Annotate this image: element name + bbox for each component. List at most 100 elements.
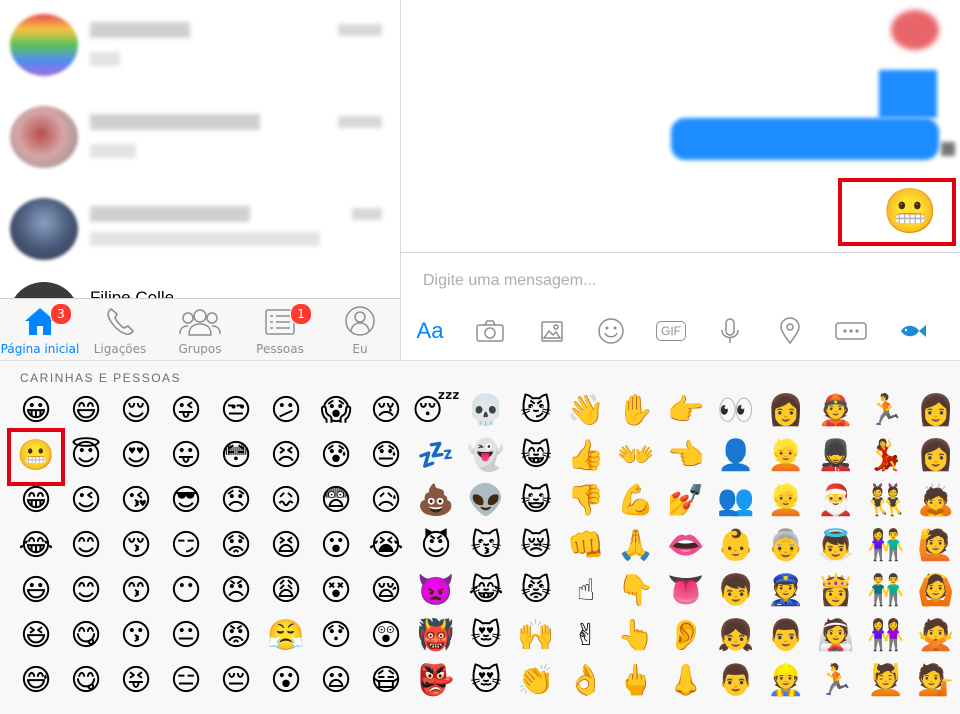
emoji-key[interactable]: 👉	[667, 393, 704, 429]
emoji-key[interactable]: 😒	[218, 393, 254, 429]
emoji-key[interactable]: 😫	[268, 528, 304, 564]
emoji-key[interactable]: 👀	[717, 393, 754, 429]
emoji-key[interactable]: 😾	[518, 573, 554, 609]
emoji-key[interactable]: 💂	[817, 438, 854, 474]
emoji-key[interactable]: 💤	[417, 438, 454, 474]
emoji-key[interactable]: 😐	[168, 618, 204, 654]
emoji-key[interactable]: 😮	[268, 663, 304, 699]
emoji-key[interactable]: 👦	[717, 573, 754, 609]
emoji-key[interactable]: 😃	[18, 573, 54, 609]
emoji-key[interactable]: 👷	[767, 663, 804, 699]
emoji-key[interactable]: 😝	[118, 663, 154, 699]
emoji-key[interactable]: 🙋	[917, 528, 954, 564]
emoji-key[interactable]: 👩	[767, 393, 804, 429]
emoji-key[interactable]: 😹	[468, 573, 504, 609]
emoji-key[interactable]: 😶	[168, 573, 204, 609]
emoji-key[interactable]: 😉	[68, 483, 104, 519]
emoji-key[interactable]: 😮	[318, 528, 354, 564]
emoji-key[interactable]: 👵	[767, 528, 804, 564]
conversation-item[interactable]	[0, 184, 400, 276]
emoji-key[interactable]: 💃	[867, 438, 904, 474]
emoji-key[interactable]: 🙆	[917, 573, 954, 609]
emoji-key[interactable]: 👌	[567, 663, 604, 699]
emoji-key[interactable]: 😀	[18, 393, 54, 429]
emoji-key[interactable]: 😺	[518, 483, 554, 519]
emoji-key[interactable]: 😜	[168, 393, 204, 429]
tab-home[interactable]: 3 Página inicial	[0, 299, 80, 361]
conversation-item[interactable]	[0, 92, 400, 184]
emoji-key[interactable]: 👿	[417, 573, 454, 609]
emoji-key[interactable]: 👍	[567, 438, 604, 474]
emoji-key[interactable]: 👄	[667, 528, 704, 564]
emoji-key[interactable]: 😎	[168, 483, 204, 519]
emoji-key[interactable]: 🙏	[617, 528, 654, 564]
emoji-key[interactable]: 😩	[268, 573, 304, 609]
emoji-key[interactable]: 😅	[18, 663, 54, 699]
emoji-key[interactable]: 👩	[917, 438, 954, 474]
emoji-key[interactable]: 😰	[318, 438, 354, 474]
emoji-key[interactable]: 😴	[412, 393, 460, 429]
emoji-key[interactable]: 👆	[617, 618, 654, 654]
more-button[interactable]	[833, 315, 869, 347]
fish-button[interactable]	[895, 315, 929, 347]
emoji-key[interactable]: 💅	[667, 483, 704, 519]
emoji-key[interactable]: 👰	[817, 618, 854, 654]
emoji-key[interactable]: 👎	[567, 483, 604, 519]
emoji-key[interactable]: 😣	[268, 438, 304, 474]
message-input[interactable]	[421, 269, 945, 293]
emoji-key[interactable]: 👲	[817, 393, 854, 429]
emoji-key[interactable]: 💁	[917, 663, 954, 699]
emoji-button[interactable]	[594, 315, 628, 347]
gallery-button[interactable]	[535, 315, 569, 347]
emoji-key[interactable]: 👨	[717, 663, 754, 699]
emoji-key[interactable]: 😤	[267, 618, 304, 654]
emoji-key[interactable]: 😦	[318, 663, 354, 699]
tab-groups[interactable]: Grupos	[160, 299, 240, 361]
emoji-key[interactable]: 👈	[667, 438, 704, 474]
text-format-button[interactable]: Aa	[413, 315, 447, 347]
emoji-key[interactable]: 👇	[617, 573, 654, 609]
tab-people[interactable]: 1 Pessoas	[240, 299, 320, 361]
emoji-key[interactable]: 🙌	[517, 618, 554, 654]
emoji-key[interactable]: 😇	[68, 438, 104, 474]
emoji-key[interactable]: 😪	[368, 573, 404, 609]
gif-button[interactable]: GIF	[653, 315, 689, 347]
emoji-key[interactable]: 😔	[218, 663, 254, 699]
emoji-key[interactable]: 😛	[168, 438, 204, 474]
emoji-key[interactable]: 😖	[268, 483, 304, 519]
emoji-key[interactable]: 😊	[68, 573, 104, 609]
emoji-key[interactable]: 👃	[667, 663, 704, 699]
emoji-key[interactable]: 👱	[767, 438, 804, 474]
emoji-key[interactable]: 👬	[867, 573, 904, 609]
emoji-key[interactable]: 🏃	[867, 393, 904, 429]
emoji-key[interactable]: 👸	[817, 573, 854, 609]
tab-calls[interactable]: Ligações	[80, 299, 160, 361]
emoji-key[interactable]: 😗	[118, 618, 154, 654]
emoji-key[interactable]: 🏃	[817, 663, 854, 699]
conversation-item[interactable]: Filipe Colle	[0, 276, 400, 298]
emoji-key[interactable]: 😂	[18, 528, 54, 564]
emoji-key[interactable]: 😭	[368, 528, 404, 564]
emoji-key[interactable]: 👺	[417, 663, 454, 699]
emoji-key[interactable]: 😻	[468, 618, 504, 654]
emoji-key[interactable]: 😙	[118, 573, 154, 609]
emoji-key[interactable]: 😋	[68, 663, 104, 699]
emoji-key[interactable]: 😘	[118, 483, 154, 519]
emoji-key[interactable]: 😆	[18, 618, 54, 654]
emoji-key[interactable]: 😢	[368, 393, 404, 429]
emoji-key[interactable]: 😁	[18, 483, 54, 519]
emoji-key[interactable]: 😌	[118, 393, 154, 429]
emoji-key[interactable]: 👤	[717, 438, 754, 474]
emoji-key[interactable]: 👱	[767, 483, 804, 519]
emoji-key[interactable]: 😕	[268, 393, 304, 429]
emoji-key[interactable]: 💩	[417, 483, 454, 519]
emoji-key[interactable]: 😚	[118, 528, 154, 564]
emoji-key[interactable]: 👨	[767, 618, 804, 654]
emoji-key[interactable]: 😑	[168, 663, 204, 699]
emoji-key[interactable]: ✋	[617, 393, 654, 429]
emoji-key[interactable]: 😡	[218, 618, 254, 654]
emoji-key[interactable]: 😸	[518, 438, 554, 474]
emoji-key[interactable]: 😵	[318, 573, 354, 609]
emoji-key[interactable]: 👋	[567, 393, 604, 429]
emoji-key[interactable]: 👩	[917, 393, 954, 429]
